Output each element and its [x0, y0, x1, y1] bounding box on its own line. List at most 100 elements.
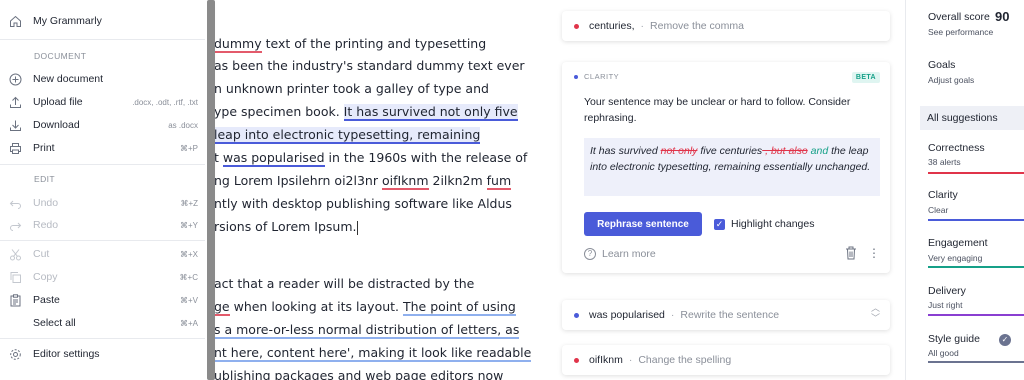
separator: · — [628, 354, 633, 366]
adjust-goals-link[interactable]: Adjust goals — [928, 75, 974, 85]
menu-label: Undo — [33, 197, 59, 209]
highlight-changes-checkbox[interactable]: ✓ — [714, 219, 725, 230]
spelling-issue[interactable]: ge — [214, 299, 230, 316]
menu-item-copy[interactable]: Copy ⌘+C — [0, 266, 210, 288]
rephrase-sentence-button[interactable]: Rephrase sentence — [584, 212, 702, 236]
undo-icon — [7, 195, 23, 211]
beta-badge: BETA — [851, 72, 880, 83]
redo-icon — [7, 217, 23, 233]
preview-text: five centuries — [697, 145, 763, 157]
clipboard-icon — [7, 292, 23, 308]
correctness-bar — [928, 172, 1024, 174]
delivery-label[interactable]: Delivery — [928, 285, 966, 297]
text-line: act that a reader will be distracted by … — [214, 276, 475, 291]
spelling-issue[interactable]: dummy — [214, 36, 262, 53]
menu-label: Redo — [33, 219, 59, 231]
engagement-status: Very engaging — [928, 253, 983, 263]
text-line: ge when looking at its layout. The point… — [214, 296, 516, 318]
gear-icon — [7, 346, 23, 362]
section-header-document: DOCUMENT — [34, 51, 87, 61]
preview-text: It has survived — [590, 145, 661, 157]
clarity-issue[interactable]: leap into electronic typesetting, remain… — [214, 127, 481, 144]
deleted-text: not only — [660, 145, 698, 157]
menu-item-editor-settings[interactable]: Editor settings — [0, 343, 210, 365]
menu-label: Paste — [33, 294, 60, 306]
all-suggestions-tab[interactable]: All suggestions — [920, 106, 1024, 130]
chevron-up-down-icon[interactable]: ︿ ﹀ — [871, 303, 880, 323]
download-format: as .docx — [168, 120, 198, 130]
clarity-issue[interactable]: s a more-or-less normal distribution of … — [214, 322, 520, 339]
menu-item-undo[interactable]: Undo ⌘+Z — [0, 192, 210, 214]
menu-divider — [0, 39, 205, 40]
spelling-issue[interactable]: oifIknm — [381, 173, 429, 190]
text-line: ng Lorem Ipsilehrn oi2l3nr oifIknm 2ilkn… — [214, 170, 512, 192]
text-run: rsions of Lorem Ipsum. — [214, 219, 357, 234]
score-sidebar: Overall score 90 See performance Goals A… — [905, 0, 1024, 380]
highlight-changes-label[interactable]: Highlight changes — [731, 218, 814, 230]
shortcut: ⌘+X — [179, 249, 198, 259]
style-guide-status: All good — [928, 348, 959, 358]
text-run: ng Lorem Ipsilehrn oi2l3nr — [214, 173, 382, 188]
text-line: leap into electronic typesetting, remain… — [214, 124, 481, 146]
suggestion-card-popularised[interactable]: was popularised · Rewrite the sentence ︿… — [562, 300, 890, 330]
separator: · — [670, 309, 675, 321]
trash-icon[interactable] — [844, 245, 858, 261]
menu-item-upload-file[interactable]: Upload file .docx, .odt, .rtf, .txt — [0, 91, 210, 113]
menu-label: Editor settings — [33, 348, 100, 360]
style-guide-bar — [928, 361, 1024, 363]
menu-scrollbar[interactable] — [207, 0, 215, 380]
suggestion-action: Rewrite the sentence — [680, 309, 780, 321]
menu-divider — [0, 338, 205, 339]
menu-label: Download — [33, 119, 80, 131]
menu-label: Upload file — [33, 96, 83, 108]
menu-item-cut[interactable]: Cut ⌘+X — [0, 243, 210, 265]
text-line: rsions of Lorem Ipsum. — [214, 216, 358, 238]
shortcut: ⌘+C — [179, 272, 198, 282]
delivery-bar — [928, 314, 1024, 316]
clarity-issue[interactable]: The point of using — [402, 299, 516, 316]
menu-label: My Grammarly — [33, 15, 102, 27]
text-line: n unknown printer took a galley of type … — [214, 81, 489, 96]
clarity-issue[interactable]: was popularised — [222, 150, 325, 167]
menu-label: Select all — [33, 317, 76, 329]
menu-item-select-all[interactable]: Select all ⌘+A — [0, 312, 210, 334]
menu-item-my-grammarly[interactable]: My Grammarly — [0, 10, 210, 32]
text-run: t — [214, 150, 223, 165]
engagement-label[interactable]: Engagement — [928, 237, 988, 249]
style-guide-label[interactable]: Style guide — [928, 333, 980, 345]
menu-label: Print — [33, 142, 55, 154]
menu-item-new-document[interactable]: New document — [0, 68, 210, 90]
see-performance-link[interactable]: See performance — [928, 27, 993, 37]
correctness-status: 38 alerts — [928, 157, 961, 167]
text-line: ublishing packages and web page editors … — [214, 368, 504, 380]
scissors-icon — [7, 246, 23, 262]
printer-icon — [7, 140, 23, 156]
shortcut: ⌘+Z — [180, 198, 198, 208]
clarity-issue[interactable]: It has survived not only five — [343, 104, 518, 121]
menu-divider — [0, 240, 205, 241]
card-header: CLARITY — [574, 72, 619, 81]
suggestion-term: centuries, — [589, 20, 635, 32]
suggestion-card-comma[interactable]: centuries, · Remove the comma — [562, 11, 890, 41]
suggestion-action: Change the spelling — [638, 354, 732, 366]
all-suggestions-label: All suggestions — [927, 112, 998, 124]
goals-label[interactable]: Goals — [928, 59, 955, 71]
spelling-issue[interactable]: fum — [486, 173, 512, 190]
clarity-issue[interactable]: nt here, content here', making it look l… — [214, 345, 532, 362]
suggestion-action: Remove the comma — [650, 20, 744, 32]
text-line: t was popularised in the 1960s with the … — [214, 147, 527, 169]
text-run: 2ilkn2m — [428, 173, 487, 188]
more-options-icon[interactable]: ⋮ — [868, 246, 880, 260]
clarity-label[interactable]: Clarity — [928, 189, 958, 201]
menu-item-print[interactable]: Print ⌘+P — [0, 137, 210, 159]
menu-item-download[interactable]: Download as .docx — [0, 114, 210, 136]
correctness-label[interactable]: Correctness — [928, 142, 985, 154]
text-line: ntly with desktop publishing software li… — [214, 196, 512, 211]
delivery-status: Just right — [928, 300, 963, 310]
suggestion-card-spelling[interactable]: oifIknm · Change the spelling — [562, 345, 890, 375]
learn-more-link[interactable]: ? Learn more — [584, 248, 656, 260]
menu-item-redo[interactable]: Redo ⌘+Y — [0, 214, 210, 236]
menu-item-paste[interactable]: Paste ⌘+V — [0, 289, 210, 311]
copy-icon — [7, 269, 23, 285]
learn-more-label: Learn more — [602, 248, 656, 260]
